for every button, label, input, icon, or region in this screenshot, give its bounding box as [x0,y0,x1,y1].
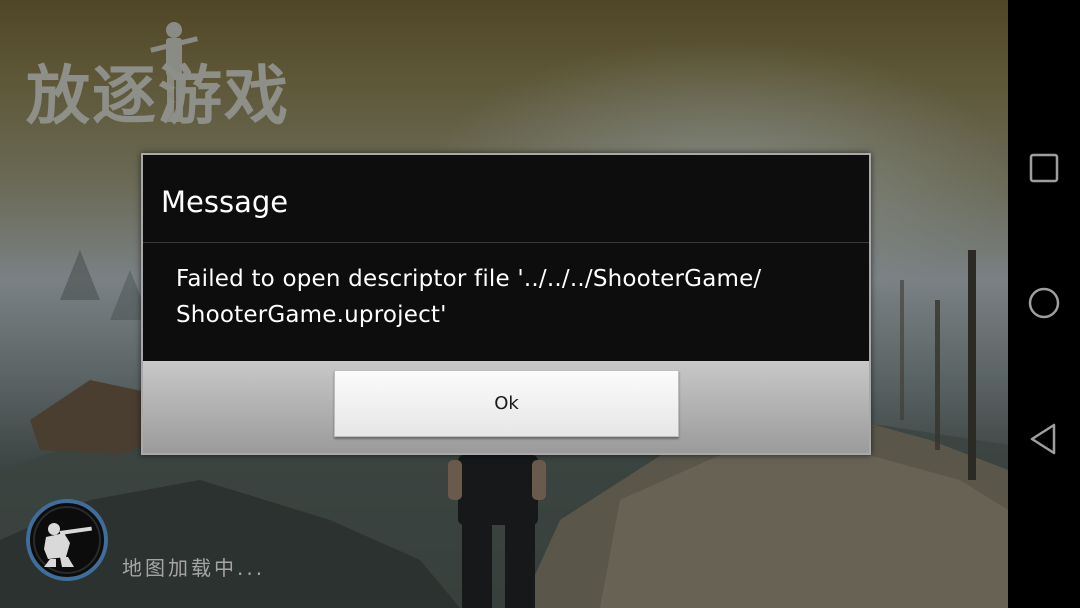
navigation-bar [1008,0,1080,608]
square-recents-icon [1029,153,1059,183]
recents-button[interactable] [1024,148,1064,188]
triangle-back-icon [1030,423,1056,455]
game-logo: 放逐游戏 [22,14,322,134]
loading-text: 地图加载中... [122,556,266,580]
logo-text: 放逐游戏 [26,60,290,134]
ok-button[interactable]: Ok [334,370,679,437]
home-button[interactable] [1024,283,1064,323]
game-logo-graphic: 放逐游戏 [26,22,290,134]
dialog-body: Failed to open descriptor file '../../..… [143,243,869,361]
dialog-footer: Ok [143,361,869,453]
dialog-message: Failed to open descriptor file '../../..… [176,266,762,328]
circle-home-icon [1028,287,1060,319]
screen: 放逐游戏 地图加载中... Message Failed to open des… [0,0,1080,608]
message-dialog: Message Failed to open descriptor file '… [141,153,871,455]
soldier-icon [33,506,101,574]
back-button[interactable] [1024,419,1064,459]
loading-avatar [26,499,108,581]
dialog-title: Message [161,185,289,219]
dialog-header: Message [143,155,869,243]
